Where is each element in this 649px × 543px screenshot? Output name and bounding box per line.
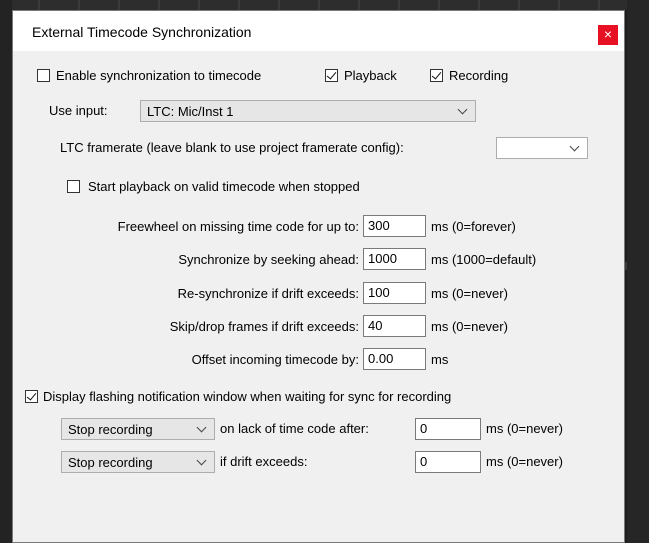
use-input-select[interactable]: LTC: Mic/Inst 1 [140, 100, 476, 122]
resync-input[interactable]: 100 [363, 282, 426, 304]
background-left [0, 0, 12, 543]
skip-drop-unit: ms (0=never) [431, 319, 508, 334]
resync-unit: ms (0=never) [431, 286, 508, 301]
skip-drop-input[interactable]: 40 [363, 315, 426, 337]
offset-input[interactable]: 0.00 [363, 348, 426, 370]
dialog-title: External Timecode Synchronization [32, 24, 252, 40]
recording-checkbox[interactable] [430, 69, 443, 82]
resync-label: Re-synchronize if drift exceeds: [177, 286, 359, 301]
use-input-label: Use input: [49, 103, 108, 118]
lack-action-select[interactable]: Stop recording [61, 418, 215, 440]
use-input-value: LTC: Mic/Inst 1 [147, 104, 234, 119]
playback-label[interactable]: Playback [344, 68, 397, 83]
ltc-framerate-select[interactable] [496, 137, 588, 159]
enable-sync-label[interactable]: Enable synchronization to timecode [56, 68, 261, 83]
lack-action-value: Stop recording [68, 422, 153, 437]
playback-checkbox[interactable] [325, 69, 338, 82]
drift-action-value: Stop recording [68, 455, 153, 470]
enable-sync-checkbox[interactable] [37, 69, 50, 82]
drift-action-unit: ms (0=never) [486, 454, 563, 469]
chevron-down-icon [196, 422, 207, 433]
background-track-strip [0, 0, 649, 10]
timecode-sync-dialog: External Timecode Synchronization × Enab… [12, 10, 625, 543]
freewheel-input[interactable]: 300 [363, 215, 426, 237]
drift-action-select[interactable]: Stop recording [61, 451, 215, 473]
drift-action-label: if drift exceeds: [220, 454, 308, 469]
ltc-framerate-label: LTC framerate (leave blank to use projec… [60, 140, 404, 155]
skip-drop-label: Skip/drop frames if drift exceeds: [169, 319, 359, 334]
drift-action-input[interactable]: 0 [415, 451, 481, 473]
chevron-down-icon [196, 455, 207, 466]
chevron-down-icon [457, 104, 468, 115]
seek-ahead-label: Synchronize by seeking ahead: [178, 252, 359, 267]
freewheel-label: Freewheel on missing time code for up to… [117, 219, 359, 234]
lack-action-label: on lack of time code after: [220, 421, 369, 436]
freewheel-unit: ms (0=forever) [431, 219, 516, 234]
close-button[interactable]: × [598, 25, 618, 45]
seek-ahead-unit: ms (1000=default) [431, 252, 537, 267]
start-playback-label[interactable]: Start playback on valid timecode when st… [88, 179, 360, 194]
offset-label: Offset incoming timecode by: [191, 352, 359, 367]
seek-ahead-input[interactable]: 1000 [363, 248, 426, 270]
title-bar[interactable]: External Timecode Synchronization × [13, 11, 624, 51]
recording-label[interactable]: Recording [449, 68, 508, 83]
flash-notify-label[interactable]: Display flashing notification window whe… [43, 389, 451, 404]
background-right [627, 0, 649, 543]
flash-notify-checkbox[interactable] [25, 390, 38, 403]
lack-action-input[interactable]: 0 [415, 418, 481, 440]
chevron-down-icon [569, 141, 580, 152]
start-playback-checkbox[interactable] [67, 180, 80, 193]
lack-action-unit: ms (0=never) [486, 421, 563, 436]
offset-unit: ms [431, 352, 449, 367]
